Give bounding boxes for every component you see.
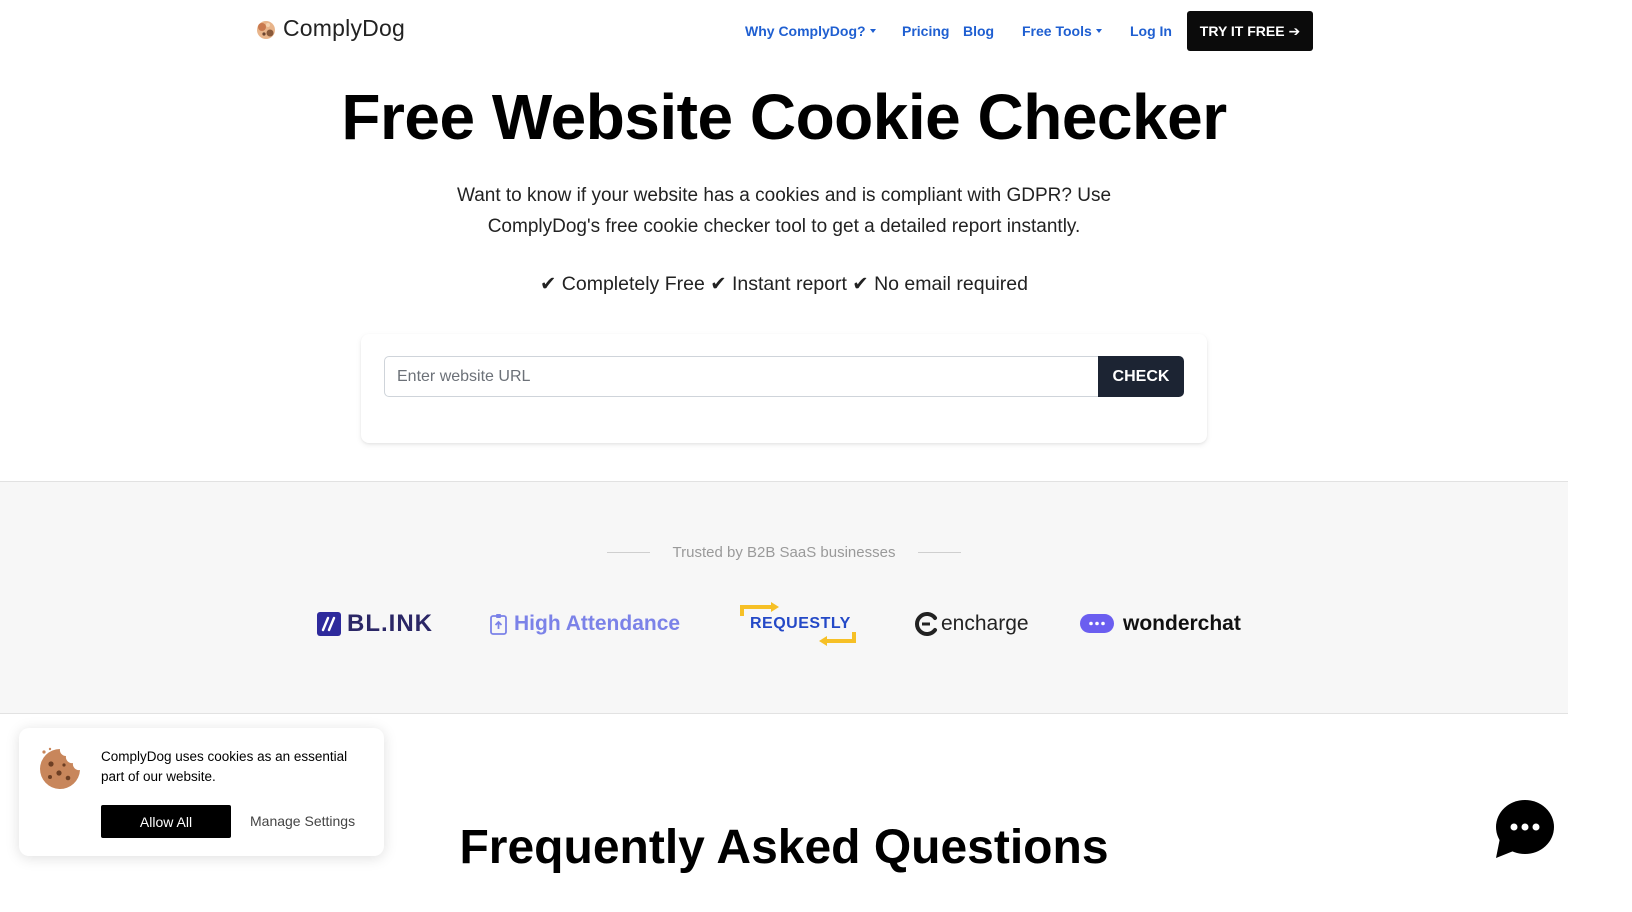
nav-free-tools[interactable]: Free Tools	[1022, 23, 1102, 39]
cookie-icon	[40, 747, 80, 789]
encharge-logo: encharge	[913, 602, 1029, 646]
nav-why-complydog[interactable]: Why ComplyDog?	[745, 23, 876, 39]
manage-settings-button[interactable]: Manage Settings	[250, 813, 355, 829]
check-button[interactable]: CHECK	[1098, 356, 1184, 397]
wonderchat-logo: wonderchat	[1080, 602, 1241, 646]
badge-icon	[490, 614, 507, 635]
hero-subtitle: Want to know if your website has a cooki…	[456, 185, 1112, 237]
chat-launcher-button[interactable]	[1494, 798, 1556, 860]
cookie-checker-form: CHECK	[361, 334, 1207, 443]
trusted-by-section: Trusted by B2B SaaS businesses BL.INK Hi…	[0, 481, 1568, 714]
nav-free-tools-label: Free Tools	[1022, 23, 1092, 39]
nav-pricing[interactable]: Pricing	[902, 23, 949, 39]
blink-mark-icon	[317, 612, 341, 636]
website-url-input[interactable]	[384, 356, 1100, 397]
nav-blog[interactable]: Blog	[963, 23, 994, 39]
dog-logo-icon	[257, 20, 275, 39]
chevron-down-icon	[1095, 28, 1102, 33]
brand-label: REQUESTLY	[750, 615, 851, 632]
chat-icon	[1496, 800, 1554, 858]
brand-label: BL.INK	[347, 610, 433, 637]
top-navigation: ComplyDog Why ComplyDog? Pricing Blog Fr…	[0, 0, 1568, 62]
encharge-mark-icon	[915, 612, 937, 636]
allow-all-button[interactable]: Allow All	[101, 805, 231, 838]
requestly-logo: REQUESTLY	[739, 602, 857, 646]
brand-label: wonderchat	[1123, 612, 1241, 635]
high-attendance-logo: High Attendance	[489, 602, 680, 646]
brand-label: encharge	[941, 612, 1029, 635]
chat-bubble-icon	[1080, 614, 1114, 633]
trusted-label: Trusted by B2B SaaS businesses	[672, 544, 896, 561]
logo-link[interactable]: ComplyDog	[254, 15, 405, 42]
brand-name: ComplyDog	[283, 15, 405, 41]
page-title: Free Website Cookie Checker	[341, 81, 1227, 153]
cookie-consent-banner: ComplyDog uses cookies as an essential p…	[19, 728, 384, 856]
cookie-message: ComplyDog uses cookies as an essential p…	[101, 749, 348, 784]
divider	[918, 552, 961, 553]
try-it-free-button[interactable]: TRY IT FREE ➔	[1187, 11, 1313, 51]
brand-label: High Attendance	[514, 612, 681, 635]
blink-logo: BL.INK	[317, 602, 433, 646]
nav-why-label: Why ComplyDog?	[745, 23, 866, 39]
feature-list: ✔︎ Completely Free ✔︎ Instant report ✔︎ …	[540, 273, 1028, 295]
nav-login[interactable]: Log In	[1130, 23, 1172, 39]
chevron-down-icon	[869, 28, 876, 33]
